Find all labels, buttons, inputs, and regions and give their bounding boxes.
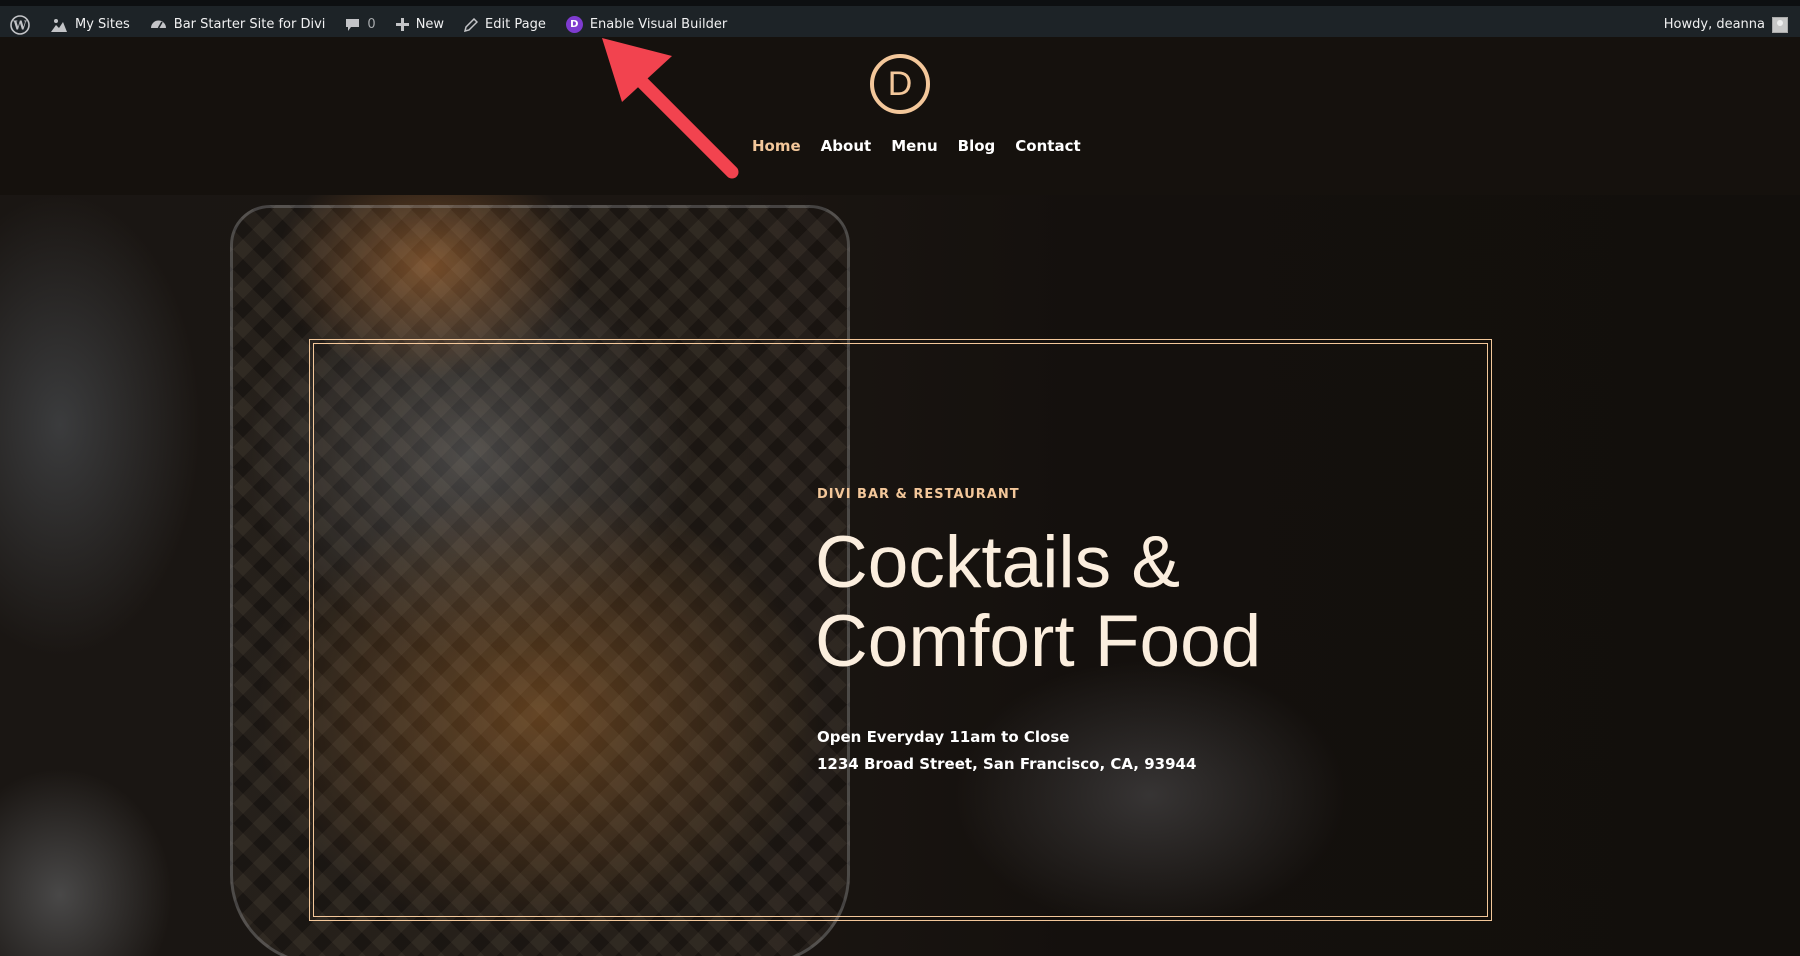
hero-section: DIVI BAR & RESTAURANT Cocktails & Comfor… — [0, 195, 1800, 956]
headline-line-2: Comfort Food — [815, 601, 1262, 682]
site-name-label: Bar Starter Site for Divi — [173, 17, 326, 32]
nav-item-blog[interactable]: Blog — [958, 137, 996, 155]
hero-eyebrow: DIVI BAR & RESTAURANT — [817, 487, 1020, 502]
avatar — [1772, 16, 1788, 33]
howdy-label: Howdy, deanna — [1663, 17, 1765, 32]
address: 1234 Broad Street, San Francisco, CA, 93… — [817, 755, 1197, 773]
new-label: New — [415, 17, 445, 32]
pencil-icon — [464, 17, 479, 32]
my-sites-icon — [51, 18, 67, 32]
comments-count: 0 — [367, 17, 376, 32]
svg-text:W: W — [12, 18, 27, 32]
plus-icon — [395, 18, 409, 31]
site-logo[interactable]: D — [870, 54, 930, 114]
main-navigation: Home About Menu Blog Contact — [752, 137, 1081, 155]
wordpress-icon: W — [10, 14, 30, 35]
edit-page-label: Edit Page — [485, 17, 546, 32]
site-header: D Home About Menu Blog Contact — [0, 37, 1800, 195]
hero-info: Open Everyday 11am to Close 1234 Broad S… — [817, 724, 1196, 778]
nav-item-home[interactable]: Home — [752, 137, 801, 155]
opening-hours: Open Everyday 11am to Close — [817, 728, 1070, 746]
hero-headline: Cocktails & Comfort Food — [815, 523, 1435, 681]
annotation-arrow-icon — [602, 38, 739, 179]
my-sites-label: My Sites — [75, 17, 130, 32]
headline-line-1: Cocktails & — [815, 522, 1181, 603]
nav-item-contact[interactable]: Contact — [1015, 137, 1080, 155]
comment-icon — [346, 18, 360, 31]
nav-item-about[interactable]: About — [821, 137, 872, 155]
divi-icon: D — [565, 16, 583, 33]
nav-item-menu[interactable]: Menu — [891, 137, 937, 155]
dashboard-icon — [150, 20, 166, 29]
